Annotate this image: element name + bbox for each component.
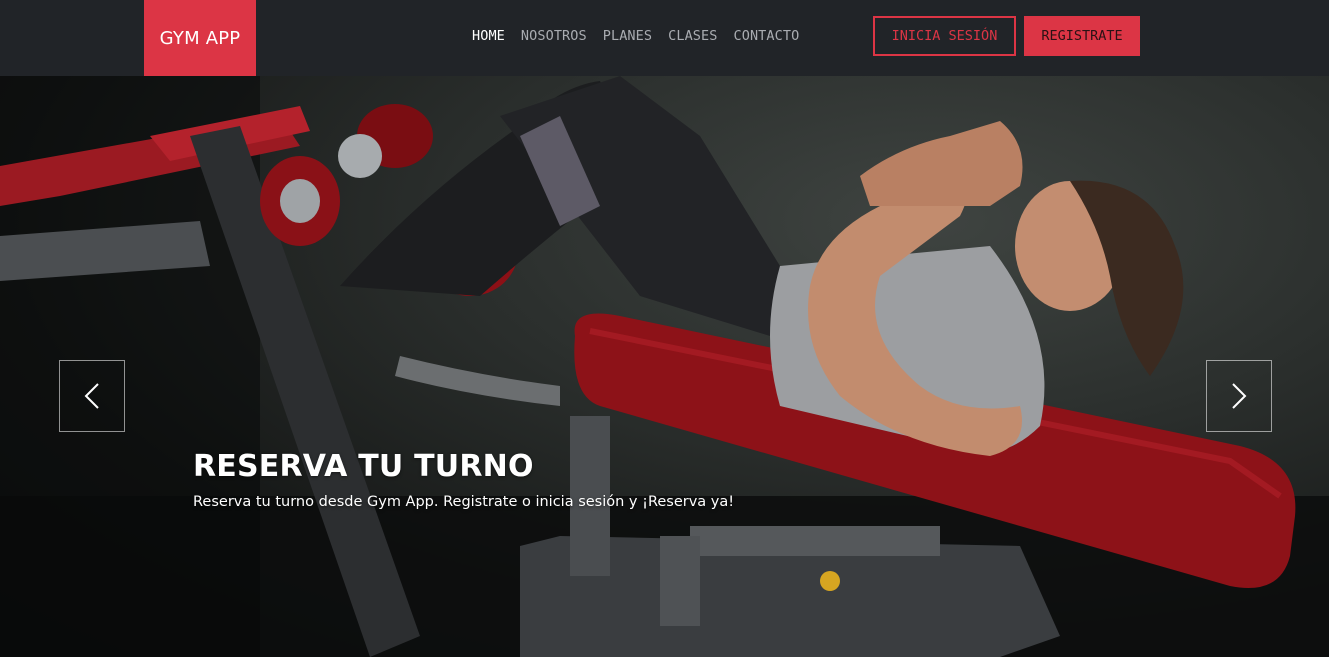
- nav-link-nosotros[interactable]: NOSOTROS: [521, 28, 587, 44]
- hero-gym-photo: [0, 76, 1329, 657]
- nav-link-home[interactable]: HOME: [472, 28, 505, 44]
- hero-subtitle: Reserva tu turno desde Gym App. Registra…: [193, 494, 735, 510]
- navbar: GYM APP HOME NOSOTROS PLANES CLASES CONT…: [0, 0, 1329, 76]
- nav-links: HOME NOSOTROS PLANES CLASES CONTACTO: [472, 0, 799, 72]
- nav-link-contacto[interactable]: CONTACTO: [734, 28, 800, 44]
- chevron-right-icon: [1232, 383, 1247, 409]
- chevron-left-icon: [84, 383, 99, 409]
- login-button[interactable]: INICIA SESIÓN: [873, 16, 1016, 56]
- hero-title: RESERVA TU TURNO: [193, 449, 534, 484]
- carousel-next-button[interactable]: [1206, 360, 1272, 432]
- nav-link-planes[interactable]: PLANES: [603, 28, 652, 44]
- carousel-prev-button[interactable]: [59, 360, 125, 432]
- carousel-caption: RESERVA TU TURNO Reserva tu turno desde …: [193, 448, 893, 510]
- nav-link-clases[interactable]: CLASES: [668, 28, 717, 44]
- brand-logo[interactable]: GYM APP: [144, 0, 256, 76]
- hero-carousel: RESERVA TU TURNO Reserva tu turno desde …: [0, 76, 1329, 657]
- register-button[interactable]: REGISTRATE: [1024, 16, 1140, 56]
